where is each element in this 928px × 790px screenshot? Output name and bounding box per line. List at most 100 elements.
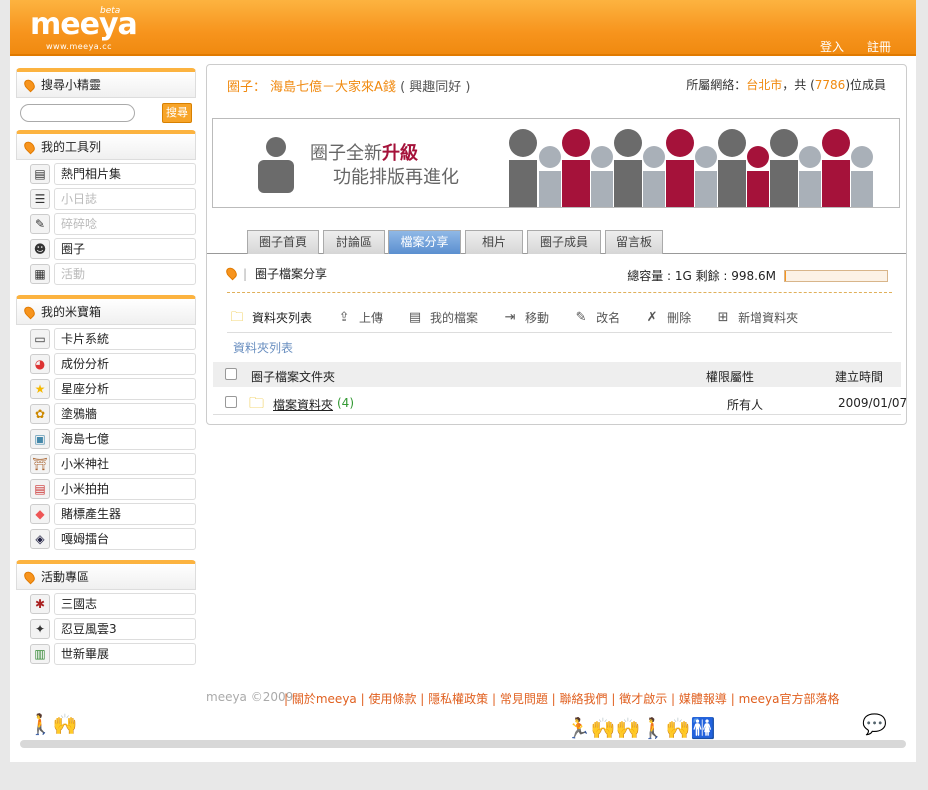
breadcrumb[interactable]: 資料夾列表 bbox=[233, 339, 293, 356]
rename-icon: ✎ bbox=[575, 309, 587, 325]
select-all-checkbox[interactable] bbox=[225, 368, 237, 380]
shuriken-icon: ✦ bbox=[30, 619, 50, 639]
crowd-person-head bbox=[799, 146, 821, 168]
folder-count: (4) bbox=[337, 396, 354, 410]
folder-link[interactable]: 檔案資料夾 bbox=[273, 396, 333, 413]
sidebar-item-auction[interactable]: ▤ 小米拍拍 bbox=[30, 478, 196, 500]
pin-icon bbox=[22, 77, 37, 92]
pencil-icon: ✎ bbox=[30, 214, 50, 234]
upload-button[interactable]: ⇪ 上傳 bbox=[334, 309, 383, 326]
ground-decoration bbox=[20, 740, 906, 748]
sidebar-item-groups[interactable]: ☻ 圈子 bbox=[30, 238, 196, 260]
search-button[interactable]: 搜尋 bbox=[162, 103, 192, 123]
crowd-person-head bbox=[747, 146, 769, 168]
file-share-header: | 圈子檔案分享 總容量 : 1G 剩餘 : 998.6M bbox=[224, 263, 892, 293]
upgrade-banner[interactable]: 圈子全新升級 功能排版再進化 bbox=[212, 118, 900, 208]
tab-bar: 圈子首頁 討論區 檔案分享 相片 圈子成員 留言板 bbox=[207, 228, 906, 254]
pin-icon bbox=[224, 265, 239, 281]
move-icon: ⇥ bbox=[504, 309, 516, 325]
pie-chart-icon: ◕ bbox=[30, 354, 50, 374]
sidebar: 搜尋小精靈 搜尋 我的工具列 ▤ 熱門相片集 ☰ 小日誌 ✎ 碎碎唸 ☻ 圈子 ▦ 活動 … bbox=[16, 68, 196, 665]
main-panel: 圈子： 海島七億－大家來A錢 ( 興趣同好 ) 所屬網絡：台北市，共 (7786)… bbox=[206, 64, 907, 425]
crowd-person-body bbox=[562, 160, 590, 207]
delete-button[interactable]: ✗ 刪除 bbox=[642, 309, 691, 326]
column-name: 圈子檔案文件夾 bbox=[251, 370, 336, 384]
crowd-person-head bbox=[770, 129, 798, 157]
sidebar-item-diary[interactable]: ☰ 小日誌 bbox=[30, 188, 196, 210]
footer-link[interactable]: 使用條款 bbox=[368, 692, 416, 706]
tag-icon: ◆ bbox=[30, 504, 50, 524]
sidebar-item-ninja[interactable]: ✦ 忍豆風雲3 bbox=[30, 618, 196, 640]
tab-home[interactable]: 圈子首頁 bbox=[247, 230, 319, 254]
person-icon bbox=[258, 137, 294, 193]
rename-button[interactable]: ✎ 改名 bbox=[571, 309, 620, 326]
footer-links: | 關於meeya | 使用條款 | 隱私權政策 | 常見問題 | 聯絡我們 |… bbox=[284, 692, 840, 706]
sidebar-item-island[interactable]: ▣ 海島七億 bbox=[30, 428, 196, 450]
tab-guestbook[interactable]: 留言板 bbox=[605, 230, 663, 254]
group-name-link[interactable]: 海島七億－大家來A錢 bbox=[270, 80, 396, 95]
tab-members[interactable]: 圈子成員 bbox=[527, 230, 601, 254]
folder-list-button[interactable]: 🗀 資料夾列表 bbox=[227, 309, 312, 326]
crowd-person-body bbox=[718, 160, 746, 207]
register-link[interactable]: 註冊 bbox=[867, 38, 891, 55]
logo[interactable]: meeya bbox=[30, 8, 138, 42]
sidebar-item-graffiti[interactable]: ✿ 塗鴉牆 bbox=[30, 403, 196, 425]
logo-url: www.meeya.cc bbox=[46, 42, 113, 51]
row-checkbox[interactable] bbox=[225, 396, 237, 408]
crowd-person-head bbox=[695, 146, 717, 168]
search-row: 搜尋 bbox=[16, 98, 196, 128]
sidebar-item-photo-album[interactable]: ▤ 熱門相片集 bbox=[30, 163, 196, 185]
footer-link[interactable]: 媒體報導 bbox=[679, 692, 727, 706]
people-illustration-left: 🚶🙌 bbox=[28, 712, 78, 736]
group-icon: ☻ bbox=[30, 239, 50, 259]
photo-album-icon: ▤ bbox=[30, 164, 50, 184]
spider-icon: ✱ bbox=[30, 594, 50, 614]
new-folder-icon: ⊞ bbox=[717, 309, 729, 325]
tab-file-share[interactable]: 檔案分享 bbox=[388, 230, 461, 254]
sidebar-item-three-kingdoms[interactable]: ✱ 三國志 bbox=[30, 593, 196, 615]
island-icon: ▣ bbox=[30, 429, 50, 449]
calendar-icon: ▦ bbox=[30, 264, 50, 284]
crowd-person-body bbox=[509, 160, 537, 207]
tools-box-title: 我的工具列 bbox=[16, 130, 196, 160]
footer-link[interactable]: 聯絡我們 bbox=[560, 692, 608, 706]
sidebar-item-events[interactable]: ▦ 活動 bbox=[30, 263, 196, 285]
sidebar-item-zodiac[interactable]: ★ 星座分析 bbox=[30, 378, 196, 400]
login-link[interactable]: 登入 bbox=[820, 38, 844, 55]
network-link[interactable]: 台北市 bbox=[746, 78, 782, 92]
people-illustration-middle: 🏃🙌🙌🚶🙌🚻 bbox=[566, 716, 716, 740]
crowd-person-body bbox=[539, 171, 561, 207]
sidebar-item-card[interactable]: ▭ 卡片系統 bbox=[30, 328, 196, 350]
folder-icon: 🗀 bbox=[249, 394, 265, 412]
person-at-desk-illustration: 💬 bbox=[862, 712, 887, 736]
crowd-person-body bbox=[614, 160, 642, 207]
sidebar-item-tag-generator[interactable]: ◆ 賭標產生器 bbox=[30, 503, 196, 525]
my-files-button[interactable]: ▤ 我的檔案 bbox=[405, 309, 478, 326]
footer-link[interactable]: 關於meeya bbox=[292, 692, 357, 706]
tab-forum[interactable]: 討論區 bbox=[323, 230, 385, 254]
quota-bar bbox=[784, 269, 888, 282]
crowd-person-body bbox=[851, 171, 873, 207]
group-title: 圈子： 海島七億－大家來A錢 ( 興趣同好 ) bbox=[227, 80, 471, 95]
crowd-person-body bbox=[695, 171, 717, 207]
footer-link[interactable]: 常見問題 bbox=[500, 692, 548, 706]
footer-link[interactable]: 徵才啟示 bbox=[619, 692, 667, 706]
footer-link[interactable]: 隱私權政策 bbox=[428, 692, 488, 706]
sidebar-item-chatter[interactable]: ✎ 碎碎唸 bbox=[30, 213, 196, 235]
footer-link[interactable]: meeya官方部落格 bbox=[739, 692, 840, 706]
sidebar-item-arena[interactable]: ◈ 嘎姆擂台 bbox=[30, 528, 196, 550]
sidebar-item-shrine[interactable]: ⛩ 小米神社 bbox=[30, 453, 196, 475]
camera-icon: ▤ bbox=[30, 479, 50, 499]
crowd-person-head bbox=[718, 129, 746, 157]
sidebar-item-exhibition[interactable]: ▥ 世新畢展 bbox=[30, 643, 196, 665]
new-folder-button[interactable]: ⊞ 新增資料夾 bbox=[713, 309, 798, 326]
pin-icon bbox=[22, 139, 37, 154]
tab-photos[interactable]: 相片 bbox=[465, 230, 523, 254]
move-button[interactable]: ⇥ 移動 bbox=[500, 309, 549, 326]
sidebar-item-ingredients[interactable]: ◕ 成份分析 bbox=[30, 353, 196, 375]
search-input[interactable] bbox=[20, 104, 135, 122]
pin-icon bbox=[22, 304, 37, 319]
crowd-person-body bbox=[799, 171, 821, 207]
upload-icon: ⇪ bbox=[338, 309, 350, 325]
crowd-person-body bbox=[770, 160, 798, 207]
